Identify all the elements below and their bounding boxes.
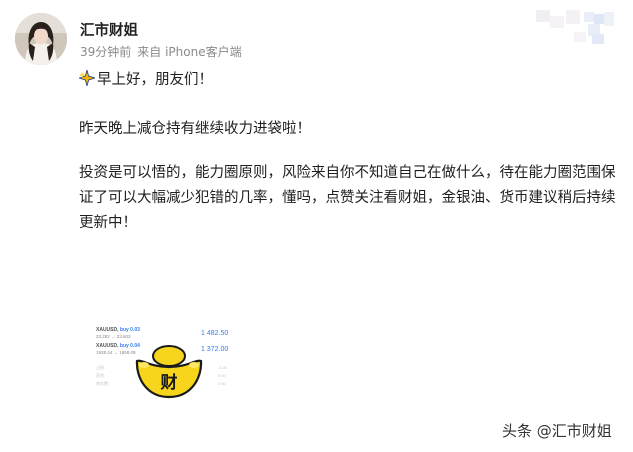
gold-ingot-sticker: 财 (135, 345, 203, 399)
faint-left-1: 止损: (96, 365, 106, 370)
greeting-text: 早上好，朋友们！ (97, 72, 213, 88)
faint-left-2: 获利: (96, 373, 106, 378)
trade-row-2-range: 1928.44 → 1958.09 (96, 350, 136, 355)
trade-row-1-value: 1 482.50 (201, 330, 229, 337)
post-greeting: 早上好，朋友们！ (79, 68, 213, 93)
avatar-photo (15, 13, 67, 65)
faint-right-3: 0.00 (218, 381, 226, 386)
faint-right-1: -4.00 (218, 365, 228, 370)
trade-row-2-value: 1 372.00 (201, 346, 229, 353)
post-line2: 昨天晚上减仓持有继续收力进袋啦！ (79, 121, 311, 137)
sparkle-icon (79, 70, 95, 86)
faint-right-2: 0.00 (218, 373, 226, 378)
author-avatar[interactable] (15, 13, 67, 65)
trade-row-1-range: 23.282 → 23.603 (96, 334, 131, 339)
blurred-thumbnail (532, 6, 618, 52)
post-image[interactable]: XAUUSD, buy 0.03 23.282 → 23.603 1 482.5… (94, 325, 239, 405)
post-meta: 39分钟前 来自 iPhone客户端 (80, 43, 242, 60)
watermark: 头条 @汇市财姐 (502, 422, 612, 440)
faint-left-3: 库存费: (96, 381, 110, 386)
post-source[interactable]: 来自 iPhone客户端 (137, 45, 241, 59)
trade-row-1-title: XAUUSD, buy 0.03 (96, 327, 140, 333)
author-name[interactable]: 汇市财姐 (80, 19, 138, 40)
post-line3: 投资是可以悟的，能力圈原则，风险来自你不知道自己在做什么，待在能力圈范围保证了可… (79, 165, 616, 231)
post-time: 39分钟前 (80, 45, 132, 59)
ingot-char: 财 (160, 372, 178, 393)
